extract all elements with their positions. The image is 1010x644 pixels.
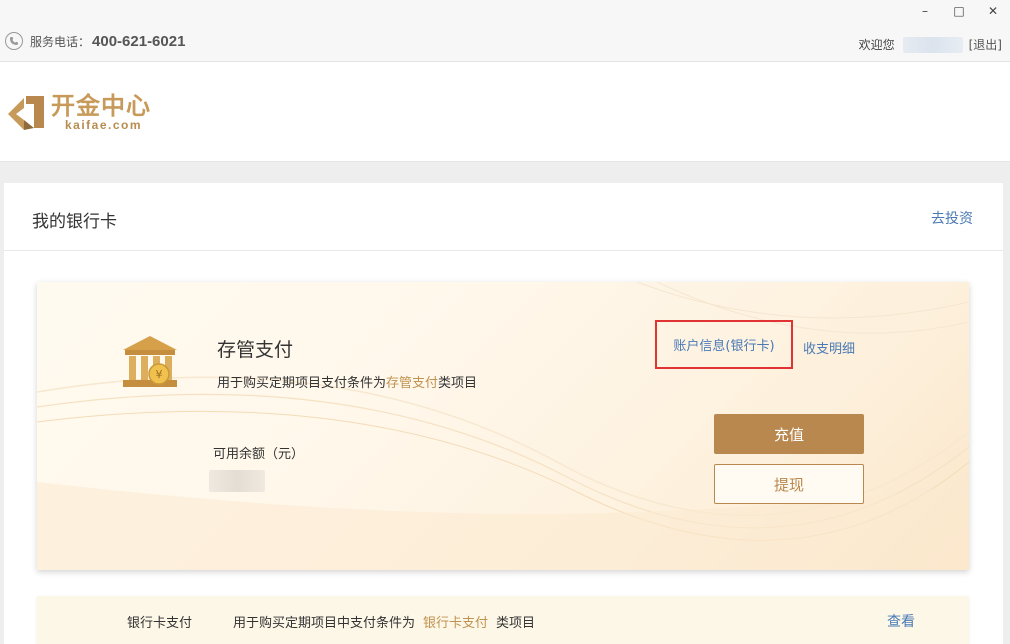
phone-label: 服务电话：: [30, 34, 91, 49]
row-payment-type: 银行卡支付: [127, 616, 193, 631]
row-description: 用于购买定期项目中支付条件为 银行卡支付 类项目: [233, 616, 536, 631]
window-controls: – □ ✕: [900, 0, 1010, 22]
maximize-button[interactable]: □: [942, 0, 976, 22]
card-title: 存管支付: [217, 339, 294, 361]
phone-icon: [5, 32, 23, 50]
transaction-detail-link[interactable]: 收支明细: [803, 338, 855, 357]
svg-text:¥: ¥: [156, 368, 163, 381]
account-info-link[interactable]: 账户信息(银行卡): [673, 335, 774, 354]
logout-link[interactable]: [退出]: [969, 36, 1002, 53]
bank-icon: ¥: [123, 336, 177, 387]
recharge-button[interactable]: 充值: [714, 414, 864, 454]
row-desc-highlight: 银行卡支付: [423, 616, 489, 631]
view-link[interactable]: 查看: [887, 611, 915, 631]
logo-icon: [8, 96, 44, 130]
logo-name-en: kaifae.com: [65, 118, 143, 132]
logo-name-cn: 开金中心: [51, 92, 151, 120]
username-redacted: [902, 36, 963, 53]
card-description: 用于购买定期项目支付条件为存管支付类项目: [217, 376, 478, 391]
panel-header: 我的银行卡 去投资: [4, 183, 1003, 251]
user-area: 欢迎您 [退出]: [859, 36, 1002, 53]
welcome-text: 欢迎您: [858, 38, 895, 52]
site-logo[interactable]: 开金中心 kaifae.com: [4, 90, 151, 134]
close-button[interactable]: ✕: [976, 0, 1010, 22]
custody-payment-card: ¥ 存管支付 用于购买定期项目支付条件为存管支付类项目 账户信息(银行卡) 收支…: [37, 282, 969, 570]
site-header: 开金中心 kaifae.com: [0, 62, 1010, 162]
service-phone: 服务电话： 400-621-6021: [5, 32, 185, 50]
bank-card-panel: 我的银行卡 去投资 ¥ 存管支付 用于购买定期项目支付条件为存管支付类项目 账户…: [4, 183, 1003, 644]
page-title: 我的银行卡: [32, 212, 117, 232]
account-info-highlight-box: 账户信息(银行卡): [655, 320, 793, 369]
bank-card-payment-row: 银行卡支付 用于购买定期项目中支付条件为 银行卡支付 类项目 查看: [37, 596, 969, 644]
balance-label: 可用余额（元）: [213, 447, 305, 462]
go-invest-link[interactable]: 去投资: [931, 208, 973, 228]
card-desc-highlight: 存管支付: [386, 376, 439, 391]
top-bar: 服务电话： 400-621-6021 欢迎您 [退出]: [0, 0, 1010, 62]
balance-value-redacted: [209, 470, 265, 492]
minimize-button[interactable]: –: [908, 0, 942, 22]
withdraw-button[interactable]: 提现: [714, 464, 864, 504]
phone-number: 400-621-6021: [92, 32, 186, 50]
